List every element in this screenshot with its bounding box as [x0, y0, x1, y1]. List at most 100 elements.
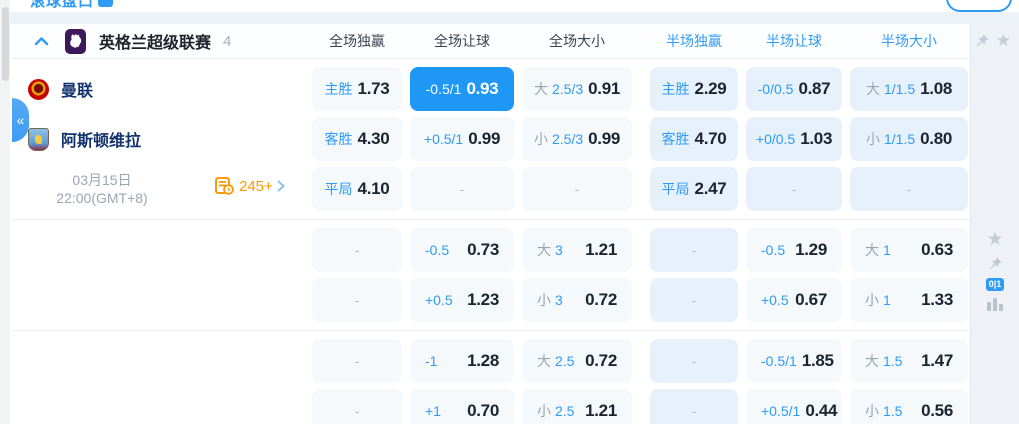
over-under-direction: 小 — [865, 131, 880, 147]
odds-value: 1.33 — [921, 290, 953, 309]
selection-label-group: 大 1/1.5 — [866, 79, 915, 99]
column-header-ht-1x2: 半场独赢 — [666, 33, 722, 49]
odds-cell[interactable]: +0.5 1.23 — [410, 278, 514, 322]
odds-cell[interactable]: 小 2.5 1.21 — [522, 389, 632, 424]
score-badge[interactable]: 0|1 — [985, 278, 1005, 291]
odds-cell[interactable]: 小 1/1.5 0.80 — [850, 117, 968, 161]
empty-dash: - — [459, 181, 465, 197]
selection-label: 平局 — [661, 181, 690, 197]
odds-cell[interactable]: 大 2.5/3 0.91 — [522, 67, 632, 111]
match-pin-icon[interactable] — [988, 256, 1003, 271]
odds-cell[interactable]: 小 3 0.72 — [522, 278, 632, 322]
odds-cell[interactable]: +0.5/1 0.44 — [746, 389, 842, 424]
over-under-direction: 大 — [537, 353, 551, 369]
left-scrollbar-thumb[interactable] — [2, 7, 9, 81]
odds-cell-empty: - — [650, 278, 738, 322]
selection-label-group: -0.5 — [425, 242, 449, 258]
home-team-name: 曼联 — [61, 83, 94, 100]
odds-cell[interactable]: -0/0.5 0.87 — [746, 67, 842, 111]
selection-label: 1 — [883, 292, 891, 308]
over-under-direction: 小 — [537, 292, 551, 308]
selection-label-group: +1 — [425, 403, 441, 419]
odds-cell-empty: - — [850, 167, 968, 211]
odds-cell[interactable]: 大 1 0.63 — [850, 228, 968, 272]
odds-cell[interactable]: 主胜 2.29 — [650, 67, 738, 111]
odds-cell[interactable]: +0.5 0.67 — [746, 278, 842, 322]
odds-cell[interactable]: 主胜 1.73 — [312, 67, 402, 111]
selection-label: 客胜 — [324, 131, 353, 147]
odds-value: 1.85 — [801, 351, 834, 370]
left-scrollbar-track[interactable] — [0, 0, 10, 424]
selection-label: -1 — [425, 353, 438, 369]
odds-cell[interactable]: 大 1/1.5 1.08 — [850, 67, 968, 111]
odds-cell[interactable]: 大 3 1.21 — [522, 228, 632, 272]
odds-cell[interactable]: 客胜 4.70 — [650, 117, 738, 161]
home-team-crest-icon — [28, 78, 49, 100]
collapse-league-button[interactable] — [34, 36, 49, 46]
odds-cell[interactable]: -0.5 0.73 — [410, 228, 514, 272]
selection-label-group: 主胜 — [325, 79, 353, 99]
pin-icon[interactable] — [974, 33, 990, 49]
odds-value: 0.73 — [467, 240, 499, 259]
selection-label: +1 — [425, 403, 441, 419]
more-markets-link[interactable]: 245+ — [215, 177, 285, 195]
odds-cell[interactable]: 大 2.5 0.72 — [522, 339, 632, 383]
clipped-top-tab[interactable]: 滚球盘口 — [30, 0, 114, 10]
selection-label: 平局 — [324, 181, 353, 197]
odds-cell[interactable]: -0.5/1 1.85 — [746, 339, 842, 383]
empty-dash: - — [906, 181, 912, 197]
odds-cell[interactable]: 小 2.5/3 0.99 — [522, 117, 632, 161]
odds-group: - -1 1.28 大 2.5 0.72- -0.5/1 1.85 大 1.5 1.47- +1 0.7… — [12, 330, 970, 424]
odds-cell[interactable]: 客胜 4.30 — [312, 117, 402, 161]
selection-label-group: -1 — [425, 353, 437, 369]
selection-label-group: 小 1.5 — [865, 401, 902, 421]
odds-cell[interactable]: -0.5/1 0.93 — [410, 67, 514, 111]
match-info-panel: 曼联 阿斯顿维拉 03月15日 22:00(GMT+8) 245+ — [12, 59, 308, 219]
away-team-row: 阿斯顿维拉 — [28, 117, 141, 161]
selection-label-group: +0/0.5 — [756, 131, 795, 147]
odds-cell[interactable]: +0/0.5 1.03 — [746, 117, 842, 161]
odds-cell[interactable]: +0.5/1 0.99 — [410, 117, 514, 161]
over-under-direction: 小 — [533, 131, 548, 147]
odds-cell[interactable]: 大 1.5 1.47 — [850, 339, 968, 383]
header-band — [10, 12, 1019, 24]
selection-label-group: 客胜 — [325, 129, 353, 149]
selection-label-group: +0.5/1 — [761, 403, 800, 419]
odds-cell[interactable]: +1 0.70 — [410, 389, 514, 424]
right-tool-strip: ★ ★ 0|1 — [970, 24, 1019, 424]
selection-label-group: 主胜 — [662, 79, 690, 99]
home-team-row: 曼联 — [28, 67, 93, 111]
stats-chart-icon[interactable] — [987, 298, 1003, 311]
odds-value: 1.03 — [800, 129, 833, 148]
selection-label-group: 大3 — [537, 240, 563, 260]
selection-label: 3 — [555, 292, 563, 308]
odds-value: 2.47 — [694, 179, 727, 198]
odds-value: 1.29 — [795, 240, 827, 259]
odds-value: 1.73 — [357, 79, 390, 98]
favorite-star-icon[interactable]: ★ — [996, 32, 1011, 49]
selection-label-group: +0.5 — [761, 292, 789, 308]
odds-cell[interactable]: -1 1.28 — [410, 339, 514, 383]
odds-value: 1.23 — [467, 290, 499, 309]
match-favorite-star-icon[interactable]: ★ — [986, 230, 1003, 249]
odds-value: 0.72 — [585, 351, 617, 370]
league-header-left[interactable]: 英格兰超级联赛 4 — [12, 28, 308, 54]
odds-cell[interactable]: 平局 4.10 — [312, 167, 402, 211]
odds-value: 1.47 — [921, 351, 953, 370]
markets-count: 245+ — [239, 177, 273, 195]
selection-label-group: 平局 — [662, 179, 690, 199]
clipped-top-right-button[interactable] — [946, 0, 1012, 12]
odds-cell[interactable]: 小 1 1.33 — [850, 278, 968, 322]
odds-value: 1.28 — [467, 351, 499, 370]
league-header-row: 英格兰超级联赛 4 全场独赢 全场让球 全场大小 半场独赢 半场让球 半场大小 — [12, 24, 970, 59]
selection-label: 2.5/3 — [551, 81, 584, 97]
odds-cell[interactable]: 小 1.5 0.56 — [850, 389, 968, 424]
empty-dash: - — [574, 181, 580, 197]
selection-label: +0.5/1 — [761, 403, 801, 419]
odds-cell[interactable]: 平局 2.47 — [650, 167, 738, 211]
empty-dash: - — [791, 181, 797, 197]
selection-label: -0.5/1 — [761, 353, 797, 369]
column-header-ft-handicap: 全场让球 — [434, 33, 490, 49]
clipped-top-tab-label: 滚球盘口 — [30, 0, 95, 10]
odds-cell[interactable]: -0.5 1.29 — [746, 228, 842, 272]
